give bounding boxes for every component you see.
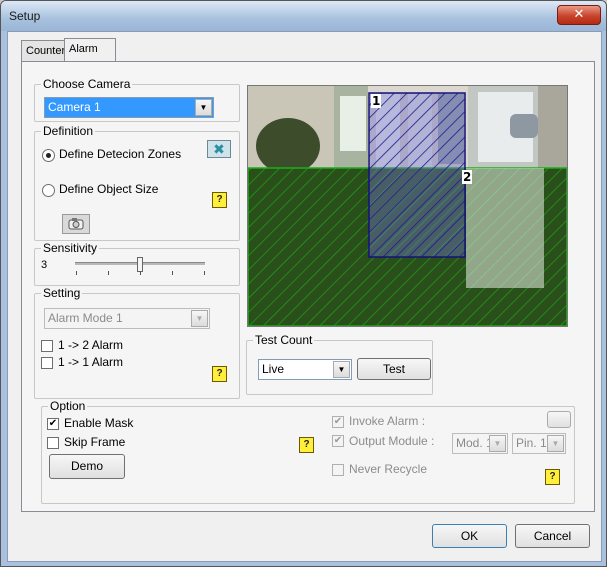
sensitivity-legend: Sensitivity	[41, 241, 100, 255]
sensitivity-value: 3	[41, 259, 48, 271]
alarm-2-1-label: 1 -> 1 Alarm	[58, 355, 124, 369]
skip-frame-checkbox[interactable]	[47, 437, 59, 449]
definition-legend: Definition	[41, 124, 96, 138]
demo-button[interactable]: Demo	[49, 454, 125, 479]
enable-mask-checkbox[interactable]: ✔	[47, 418, 59, 430]
help-icon[interactable]: ?	[212, 192, 227, 208]
dialog-body: Counter Alarm Choose Camera Camera 1 ▼ D…	[7, 31, 602, 562]
alarm-panel: Choose Camera Camera 1 ▼ Definition Defi…	[21, 61, 595, 512]
definition-group: Definition Define Detecion Zones ✖ Defin…	[34, 124, 240, 241]
camera-select[interactable]: Camera 1 ▼	[44, 97, 214, 118]
test-mode-select[interactable]: Live ▼	[258, 359, 352, 380]
zone-1-label: 1	[372, 94, 380, 108]
pin-select[interactable]: Pin. 1 ▼	[512, 433, 566, 454]
help-icon[interactable]: ?	[299, 437, 314, 453]
invoke-alarm-checkbox[interactable]: ✔	[332, 416, 344, 428]
slider-tick	[204, 271, 205, 275]
test-button[interactable]: Test	[357, 358, 431, 380]
module-select-value: Mod. 1	[456, 436, 493, 450]
choose-camera-legend: Choose Camera	[41, 77, 133, 91]
test-mode-value: Live	[262, 362, 285, 376]
skip-frame-label: Skip Frame	[64, 435, 126, 449]
option-group: Option ✔ Enable Mask Skip Frame Demo ? ✔…	[41, 399, 575, 504]
help-icon[interactable]: ?	[545, 469, 560, 485]
setup-window: Setup ✕ Counter Alarm Choose Camera Came…	[0, 0, 607, 567]
sensitivity-group: Sensitivity 3	[34, 241, 240, 286]
alarm-mode-select[interactable]: Alarm Mode 1 ▼	[44, 308, 210, 329]
chevron-down-icon[interactable]: ▼	[191, 310, 208, 327]
never-recycle-checkbox[interactable]	[332, 464, 344, 476]
slider-tick	[140, 271, 141, 275]
define-size-label: Define Object Size	[59, 182, 159, 196]
alarm-1-2-label: 1 -> 2 Alarm	[58, 338, 124, 352]
alarm-mode-value: Alarm Mode 1	[48, 311, 123, 325]
chevron-down-icon[interactable]: ▼	[333, 361, 350, 378]
module-select[interactable]: Mod. 1 ▼	[452, 433, 508, 454]
option-legend: Option	[48, 399, 88, 413]
window-title: Setup	[9, 9, 41, 23]
invoke-alarm-label: Invoke Alarm :	[349, 414, 426, 428]
help-icon[interactable]: ?	[212, 366, 227, 382]
enable-mask-label: Enable Mask	[64, 416, 134, 430]
close-button[interactable]: ✕	[557, 5, 601, 25]
test-count-group: Test Count Live ▼ Test	[246, 333, 433, 395]
slider-tick	[108, 271, 109, 275]
title-bar[interactable]: Setup ✕	[1, 1, 606, 31]
define-size-radio[interactable]	[42, 184, 55, 197]
camera-preview[interactable]: 1 2	[247, 85, 568, 327]
zone-2-label: 2	[463, 170, 471, 184]
alarm-1-2-checkbox[interactable]	[41, 340, 53, 352]
alarm-settings-button[interactable]	[547, 411, 571, 428]
define-zones-label: Define Detecion Zones	[59, 147, 182, 161]
setting-legend: Setting	[41, 286, 83, 300]
chevron-down-icon[interactable]: ▼	[195, 99, 212, 116]
tab-alarm[interactable]: Alarm	[64, 38, 116, 62]
delete-zone-icon[interactable]: ✖	[207, 140, 231, 158]
slider-tick	[172, 271, 173, 275]
camera-preview-image: 1 2	[247, 86, 568, 327]
cancel-button[interactable]: Cancel	[515, 524, 590, 548]
ok-button[interactable]: OK	[432, 524, 507, 548]
test-count-legend: Test Count	[253, 333, 315, 347]
camera-select-value: Camera 1	[48, 100, 101, 114]
camera-icon[interactable]	[62, 214, 90, 234]
chevron-down-icon[interactable]: ▼	[547, 435, 564, 452]
choose-camera-group: Choose Camera Camera 1 ▼	[34, 77, 240, 122]
output-module-checkbox[interactable]: ✔	[332, 435, 344, 447]
setting-group: Setting Alarm Mode 1 ▼ 1 -> 2 Alarm 1 ->…	[34, 286, 240, 399]
never-recycle-label: Never Recycle	[349, 462, 428, 476]
alarm-2-1-checkbox[interactable]	[41, 357, 53, 369]
output-module-label: Output Module :	[349, 434, 435, 448]
pin-select-value: Pin. 1	[516, 436, 547, 450]
define-zones-radio[interactable]	[42, 149, 55, 162]
chevron-down-icon[interactable]: ▼	[489, 435, 506, 452]
sensitivity-slider-thumb[interactable]	[137, 257, 143, 272]
slider-tick	[76, 271, 77, 275]
